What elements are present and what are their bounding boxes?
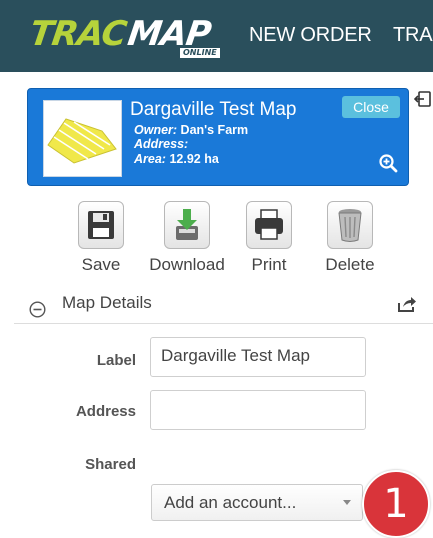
owner-value: Dan's Farm <box>180 123 249 137</box>
nav-new-order[interactable]: NEW ORDER <box>249 24 372 47</box>
printer-icon <box>255 209 283 240</box>
download-icon-box <box>164 201 210 249</box>
map-info-card: Dargaville Test Map Owner: Dan's Farm Ad… <box>27 88 409 186</box>
exit-icon[interactable] <box>414 90 432 108</box>
tracmap-logo[interactable]: TRAC MAP ONLINE <box>27 14 230 62</box>
section-title: Map Details <box>62 293 152 312</box>
save-icon-box <box>78 201 124 249</box>
share-icon[interactable] <box>397 295 417 313</box>
map-owner-line: Owner: Dan's Farm <box>134 123 248 137</box>
print-icon-box <box>246 201 292 249</box>
add-account-select[interactable]: Add an account... <box>151 484 363 521</box>
field-map-icon <box>47 118 117 164</box>
map-title: Dargaville Test Map <box>130 99 297 120</box>
select-value: Add an account... <box>164 493 297 512</box>
map-thumbnail[interactable] <box>43 100 122 177</box>
area-label: Area: <box>134 152 166 166</box>
save-label: Save <box>81 255 121 274</box>
collapse-minus-icon[interactable] <box>29 301 46 318</box>
shared-field-label: Shared <box>85 456 136 473</box>
zoom-in-icon[interactable] <box>378 153 398 173</box>
address-label: Address: <box>134 137 189 151</box>
delete-label: Delete <box>325 255 375 274</box>
map-details-section-header: Map Details <box>14 290 433 324</box>
download-icon <box>176 209 198 240</box>
top-navigation-bar: TRAC MAP ONLINE NEW ORDER TRA <box>0 0 433 72</box>
callout-number-badge: 1 <box>362 470 430 538</box>
save-button[interactable]: Save <box>71 201 131 281</box>
label-field-label: Label <box>96 352 136 369</box>
map-area-line: Area: 12.92 ha <box>134 152 219 166</box>
delete-icon-box <box>327 201 373 249</box>
delete-button[interactable]: Delete <box>320 201 380 281</box>
close-button[interactable]: Close <box>342 96 400 118</box>
download-button[interactable]: Download <box>149 201 225 281</box>
nav-truncated-item[interactable]: TRA <box>393 24 433 47</box>
logo-trac-text: TRAC <box>27 14 129 54</box>
address-input[interactable] <box>150 390 366 430</box>
owner-label: Owner: <box>134 123 178 137</box>
address-field-label: Address <box>75 403 136 420</box>
label-input[interactable]: Dargaville Test Map <box>150 337 366 377</box>
save-icon <box>88 211 114 239</box>
area-value: 12.92 ha <box>169 152 219 166</box>
chevron-down-icon <box>343 500 351 505</box>
print-button[interactable]: Print <box>239 201 299 281</box>
trash-icon <box>338 209 362 242</box>
logo-online-text: ONLINE <box>180 48 220 58</box>
map-address-line: Address: <box>134 137 188 151</box>
